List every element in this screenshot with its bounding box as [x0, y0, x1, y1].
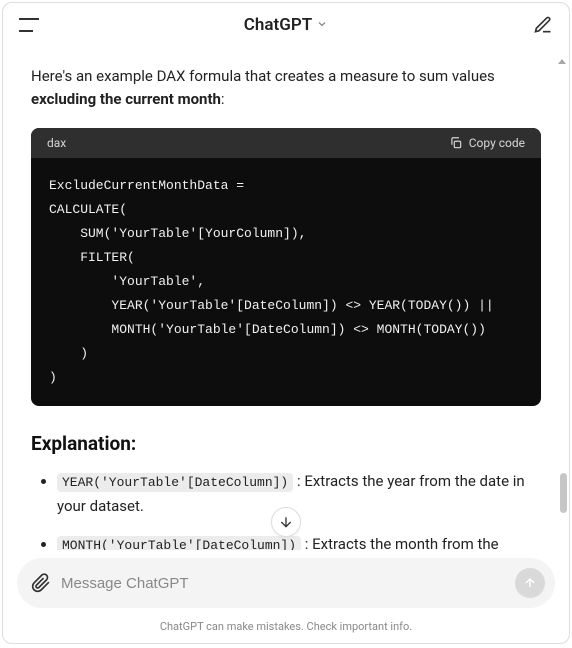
paperclip-icon — [31, 573, 51, 593]
menu-icon[interactable] — [19, 18, 39, 32]
copy-code-button[interactable]: Copy code — [449, 136, 525, 150]
copy-icon — [449, 136, 463, 150]
inline-code: YEAR('YourTable'[DateColumn]) — [57, 473, 293, 492]
copy-code-label: Copy code — [469, 136, 525, 150]
intro-text-prefix: Here's an example DAX formula that creat… — [31, 67, 495, 85]
inline-code: MONTH('YourTable'[DateColumn]) — [57, 536, 301, 550]
intro-text-strong: excluding the current month — [31, 90, 221, 108]
arrow-down-icon — [278, 514, 294, 530]
list-item: YEAR('YourTable'[DateColumn]) : Extracts… — [57, 469, 541, 520]
scroll-to-bottom-button[interactable] — [271, 507, 301, 537]
explanation-heading: Explanation: — [31, 432, 541, 455]
disclaimer-text: ChatGPT can make mistakes. Check importa… — [3, 614, 569, 643]
code-body: ExcludeCurrentMonthData = CALCULATE( SUM… — [31, 158, 541, 406]
explanation-text: : Extracts the month from the — [301, 535, 499, 550]
header: ChatGPT — [3, 3, 569, 45]
list-item: MONTH('YourTable'[DateColumn]) : Extract… — [57, 532, 541, 550]
attach-button[interactable] — [31, 573, 51, 593]
scrollbar-track[interactable] — [560, 53, 567, 573]
arrow-up-icon — [523, 576, 537, 590]
chat-content: Here's an example DAX formula that creat… — [3, 45, 569, 550]
code-language-label: dax — [47, 136, 66, 150]
intro-text-suffix: : — [221, 90, 225, 108]
model-selector[interactable]: ChatGPT — [244, 15, 328, 35]
send-button[interactable] — [515, 568, 545, 598]
input-area — [3, 550, 569, 614]
message-input[interactable] — [61, 575, 505, 592]
code-header: dax Copy code — [31, 128, 541, 158]
new-chat-icon[interactable] — [533, 15, 553, 35]
message-intro: Here's an example DAX formula that creat… — [31, 65, 541, 112]
message-input-container — [17, 558, 555, 608]
scrollbar-thumb[interactable] — [560, 473, 567, 513]
chevron-down-icon — [316, 18, 328, 33]
code-block: dax Copy code ExcludeCurrentMonthData = … — [31, 128, 541, 406]
app-title: ChatGPT — [244, 15, 312, 35]
